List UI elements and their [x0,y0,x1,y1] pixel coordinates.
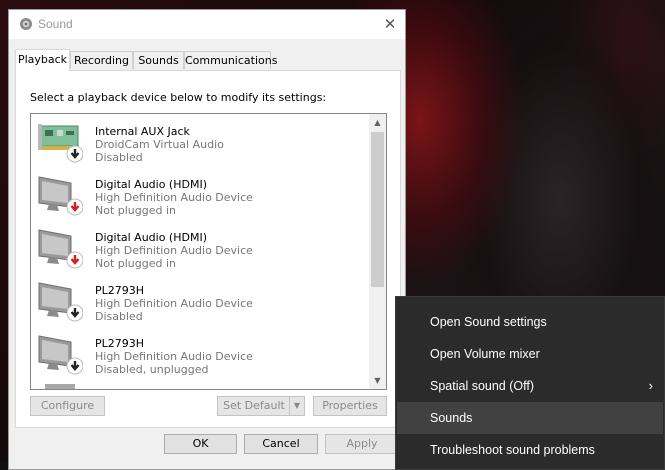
window-title: Sound [38,17,73,31]
cancel-button[interactable]: Cancel [244,434,318,454]
device-list[interactable]: Internal AUX Jack DroidCam Virtual Audio… [30,113,387,390]
ok-button[interactable]: OK [164,434,237,454]
sound-dialog: Sound ✕ Playback Recording Sounds Commun… [8,9,406,470]
menu-item-sounds[interactable]: Sounds [397,402,663,434]
configure-button[interactable]: Configure [30,396,105,416]
monitor-icon [38,229,83,269]
device-description: High Definition Audio Device [95,297,253,310]
monitor-icon [38,176,83,216]
monitor-icon [38,335,83,375]
device-description: High Definition Audio Device [95,191,253,204]
properties-button[interactable]: Properties [313,396,387,416]
device-name: PL2793H [95,337,145,350]
device-item[interactable]: Digital Audio (HDMI) High Definition Aud… [37,173,357,226]
device-name: Digital Audio (HDMI) [95,231,207,244]
scroll-thumb[interactable] [371,132,384,287]
device-item[interactable]: Internal AUX Jack DroidCam Virtual Audio… [37,120,357,173]
device-name: Internal AUX Jack [95,125,190,138]
device-status: Disabled [95,310,143,323]
device-description: High Definition Audio Device [95,244,253,257]
device-status: Not plugged in [95,204,177,217]
speaker-icon [20,18,32,30]
device-item[interactable]: PL2793H High Definition Audio Device Dis… [37,332,357,385]
device-name: Digital Audio (HDMI) [95,178,207,191]
device-item[interactable]: Digital Audio (HDMI) High Definition Aud… [37,226,357,279]
playback-panel: Select a playback device below to modify… [15,70,401,428]
tab-recording[interactable]: Recording [70,51,133,69]
scroll-up-icon[interactable]: ▲ [369,114,386,131]
menu-item-open-sound-settings[interactable]: Open Sound settings [397,306,663,338]
device-name: PL2793H [95,284,145,297]
tab-sounds[interactable]: Sounds [133,51,184,69]
chevron-down-icon[interactable]: ▼ [289,397,304,415]
device-status: Disabled, unplugged [95,363,209,376]
device-description: DroidCam Virtual Audio [95,138,224,151]
set-default-button[interactable]: Set Default ▼ [217,396,305,416]
tab-communications[interactable]: Communications [184,51,277,69]
chevron-right-icon: › [648,378,653,393]
device-list-scrollbar[interactable]: ▲ ▼ [369,114,386,389]
device-status: Not plugged in [95,257,177,270]
apply-button[interactable]: Apply [325,434,399,454]
set-default-label: Set Default [223,399,285,412]
scroll-down-icon[interactable]: ▼ [369,372,386,389]
monitor-icon [38,282,83,322]
menu-item-label: Spatial sound (Off) [430,379,534,393]
menu-item-spatial-sound[interactable]: Spatial sound (Off) › [397,370,663,402]
sound-card-icon [38,124,83,163]
menu-item-open-volume-mixer[interactable]: Open Volume mixer [397,338,663,370]
tab-playback[interactable]: Playback [15,49,70,71]
menu-item-troubleshoot[interactable]: Troubleshoot sound problems [397,434,663,466]
device-item[interactable]: PL2793H High Definition Audio Device Dis… [37,279,357,332]
device-description: High Definition Audio Device [95,350,253,363]
device-status: Disabled [95,151,143,164]
volume-context-menu: Open Sound settings Open Volume mixer Sp… [395,296,665,470]
close-button[interactable]: ✕ [379,14,401,34]
instruction-text: Select a playback device below to modify… [30,91,327,104]
title-bar[interactable]: Sound ✕ [9,10,405,39]
device-item-partial[interactable] [45,384,75,389]
